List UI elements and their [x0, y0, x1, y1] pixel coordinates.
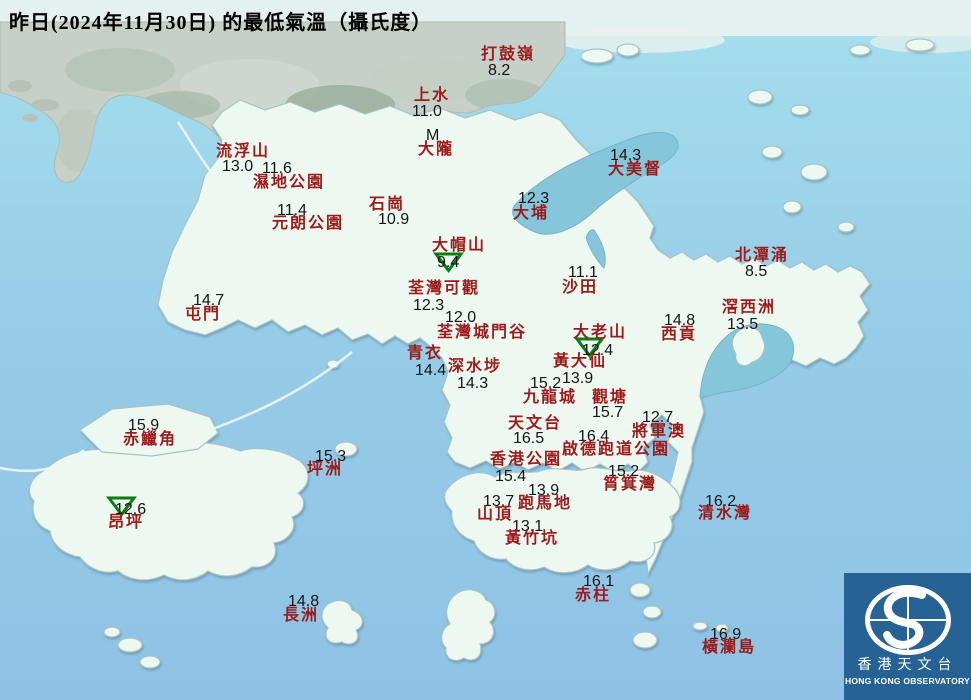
station-layer: 8.2 打鼓嶺 11.0 上水 M 大隴 13.0 流浮山 11.6 濕地公園 14.3 大美督 11.… [0, 0, 971, 700]
station-name-label: 流浮山 [216, 143, 271, 160]
station-value: 16.5 [513, 430, 545, 447]
station-value: 14.4 [415, 362, 447, 379]
station-name-label: 荃灣城門谷 [437, 324, 528, 341]
station-name-label: 滘西洲 [722, 299, 777, 316]
station-name-label: 西貢 [661, 326, 698, 343]
station-name-label: 長洲 [283, 607, 320, 624]
station-value: 8.2 [488, 62, 511, 79]
station-name-label: 大美督 [608, 161, 663, 178]
station-name-label: 天文台 [508, 415, 563, 432]
station-name-label: 筲箕灣 [603, 476, 658, 493]
station-name-label: 北潭涌 [735, 247, 790, 264]
station-name-label: 昂坪 [108, 514, 145, 531]
station-value: 13.5 [727, 316, 759, 333]
station-name-label: 沙田 [562, 279, 599, 296]
station-name-label: 荃灣可觀 [408, 280, 481, 297]
station-name-label: 橫瀾島 [702, 639, 757, 656]
station-name-label: 深水埗 [448, 358, 503, 375]
station-value: 9.4 [437, 254, 460, 271]
station-name-label: 大隴 [418, 141, 455, 158]
station-value: 15.7 [592, 404, 624, 421]
hko-logo-chinese: 香港天文台 [857, 658, 958, 673]
station-name-label: 青衣 [407, 345, 444, 362]
station-name-label: 屯門 [185, 306, 222, 323]
station-name-label: 赤鱲角 [123, 431, 178, 448]
station-name-label: 跑馬地 [518, 495, 573, 512]
station-name-label: 濕地公園 [253, 174, 326, 191]
station-value: 13.0 [222, 158, 254, 175]
station-value: 10.9 [378, 211, 410, 228]
station-value: 12.3 [413, 297, 445, 314]
station-name-label: 啟德跑道公園 [562, 441, 671, 458]
station-name-label: 觀塘 [592, 389, 629, 406]
station-name-label: 香港公園 [490, 451, 563, 468]
station-name-label: 黃竹坑 [505, 530, 560, 547]
station-name-label: 打鼓嶺 [481, 46, 536, 63]
station-name-label: 石崗 [369, 196, 406, 213]
station-name-label: 黃大仙 [553, 353, 608, 370]
station-name-label: 坪洲 [307, 461, 344, 478]
station-name-label: 清水灣 [698, 505, 753, 522]
hko-logo: 香港天文台 HONG KONG OBSERVATORY [844, 573, 971, 700]
hko-emblem-icon [864, 585, 951, 655]
station-value: 15.4 [495, 468, 527, 485]
station-value: 13.9 [562, 370, 594, 387]
station-name-label: 山頂 [477, 506, 514, 523]
station-name-label: 大埔 [513, 205, 550, 222]
station-name-label: 赤柱 [575, 587, 612, 604]
hko-min-temp-map: 昨日(2024年11月30日) 的最低氣溫（攝氏度） 8.2 打鼓嶺 11.0 上水 M… [0, 0, 971, 700]
station-name-label: 將軍澳 [632, 423, 687, 440]
station-name-label: 上水 [414, 87, 451, 104]
station-value: 11.0 [412, 103, 442, 120]
station-name-label: 大帽山 [432, 237, 487, 254]
hko-logo-english: HONG KONG OBSERVATORY [844, 676, 970, 686]
station-name-label: 元朗公園 [272, 215, 345, 232]
station-name-label: 大老山 [573, 324, 628, 341]
station-name-label: 九龍城 [523, 389, 578, 406]
station-value: 8.5 [745, 263, 768, 280]
station-value: 14.3 [457, 375, 489, 392]
